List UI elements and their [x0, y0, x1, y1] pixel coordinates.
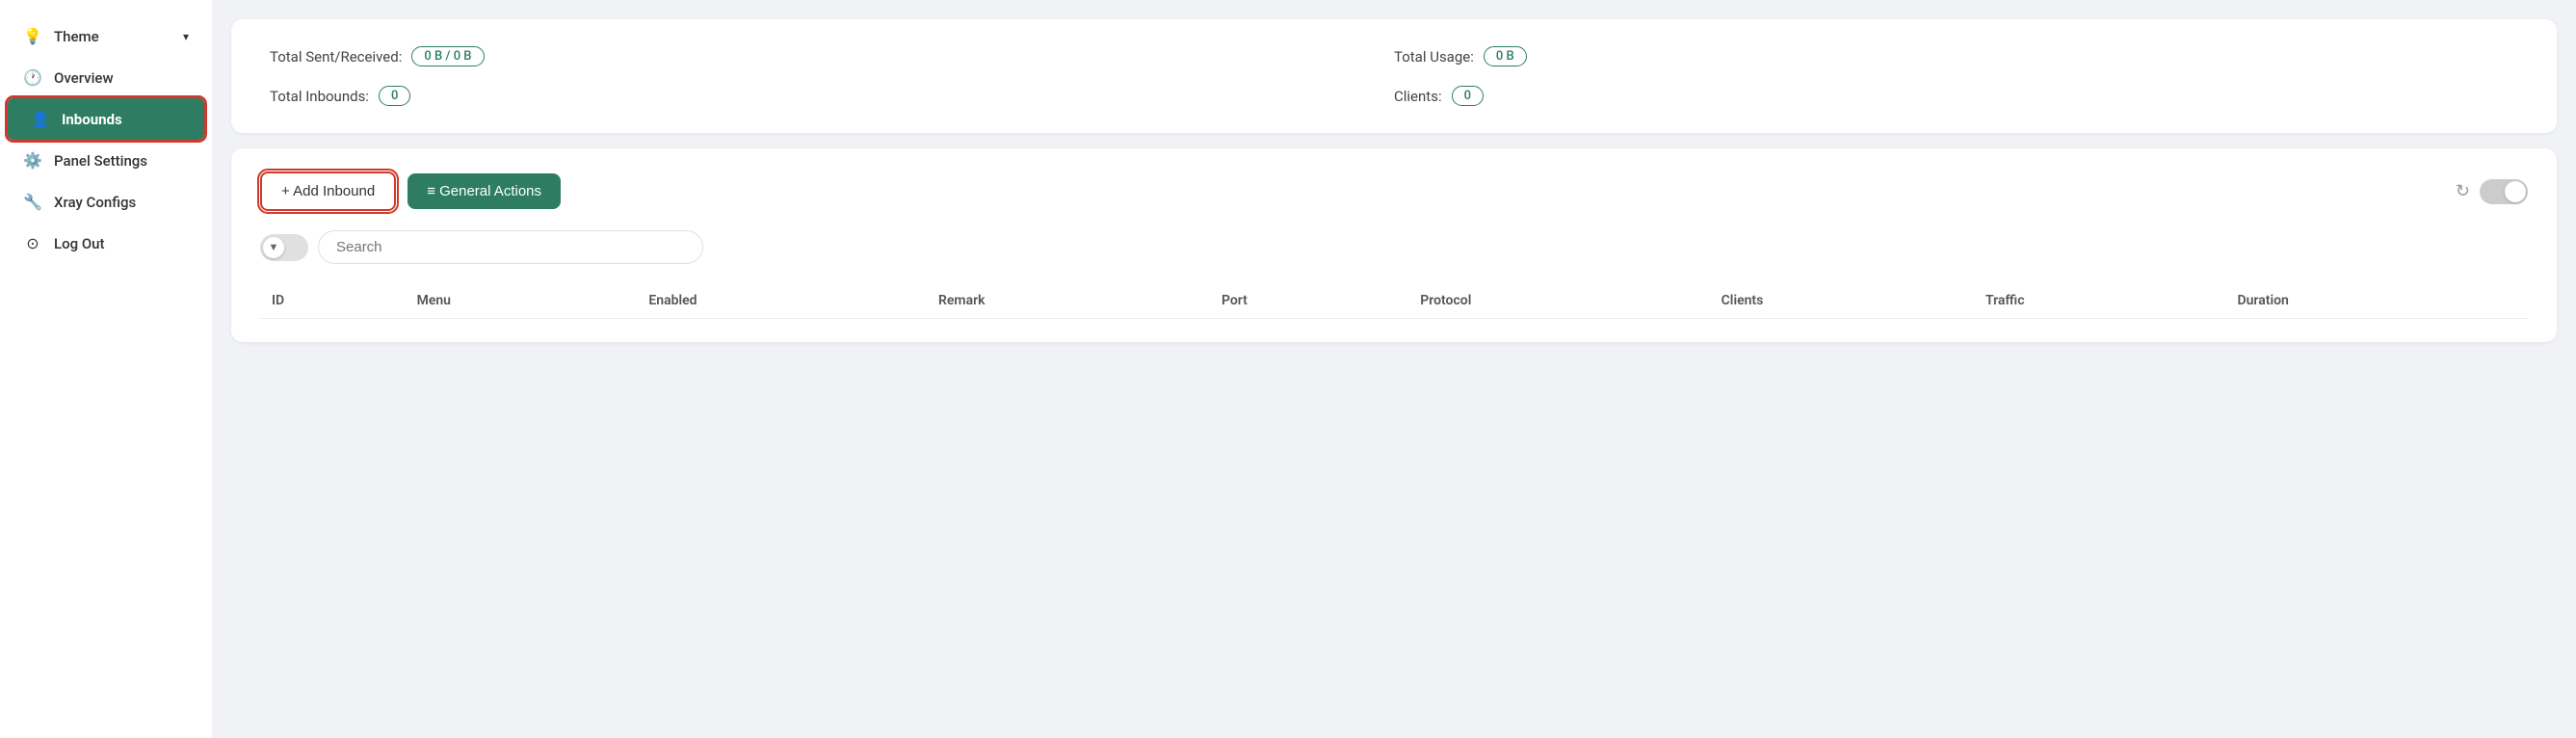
- sidebar-item-overview[interactable]: 🕐 Overview: [0, 57, 212, 98]
- sidebar-item-label: Theme: [54, 28, 99, 45]
- sidebar-item-theme[interactable]: 💡 Theme ▾: [0, 15, 212, 57]
- col-id: ID: [260, 283, 406, 319]
- col-port: Port: [1210, 283, 1408, 319]
- sidebar-item-inbounds[interactable]: 👤 Inbounds: [8, 98, 204, 140]
- main-content: Total Sent/Received: 0 B / 0 B Total Usa…: [212, 0, 2576, 738]
- toggle-row: ↻: [2456, 179, 2528, 204]
- panel-settings-icon: ⚙️: [23, 151, 42, 170]
- clients-row: Clients: 0: [1394, 86, 2518, 106]
- theme-icon: 💡: [23, 27, 42, 45]
- total-inbounds-badge: 0: [379, 86, 410, 106]
- col-protocol: Protocol: [1408, 283, 1709, 319]
- clients-label: Clients:: [1394, 88, 1442, 105]
- total-usage-label: Total Usage:: [1394, 48, 1474, 66]
- sidebar-item-label: Inbounds: [62, 111, 122, 128]
- total-sent-received-badge: 0 B / 0 B: [411, 46, 484, 66]
- inbounds-table: ID Menu Enabled Remark Port Protocol Cli…: [260, 283, 2528, 319]
- total-sent-received-row: Total Sent/Received: 0 B / 0 B: [270, 46, 1394, 66]
- actions-row: + Add Inbound ≡ General Actions ↻: [260, 171, 2528, 211]
- xray-configs-icon: 🔧: [23, 193, 42, 211]
- table-wrap: ID Menu Enabled Remark Port Protocol Cli…: [260, 283, 2528, 319]
- actions-card: + Add Inbound ≡ General Actions ↻ ▼: [231, 148, 2557, 342]
- col-enabled: Enabled: [637, 283, 927, 319]
- total-usage-badge: 0 B: [1484, 46, 1527, 66]
- sidebar-item-xray-configs[interactable]: 🔧 Xray Configs: [0, 181, 212, 223]
- main-toggle[interactable]: [2480, 179, 2528, 204]
- sidebar: 💡 Theme ▾ 🕐 Overview 👤 Inbounds ⚙️ Panel…: [0, 0, 212, 738]
- total-sent-received-label: Total Sent/Received:: [270, 48, 402, 66]
- total-usage-row: Total Usage: 0 B: [1394, 46, 2518, 66]
- table-head: ID Menu Enabled Remark Port Protocol Cli…: [260, 283, 2528, 319]
- sidebar-item-label: Overview: [54, 69, 114, 87]
- sidebar-item-panel-settings[interactable]: ⚙️ Panel Settings: [0, 140, 212, 181]
- clients-badge: 0: [1452, 86, 1484, 106]
- col-duration: Duration: [2225, 283, 2528, 319]
- filter-toggle-knob: ▼: [263, 237, 284, 258]
- col-traffic: Traffic: [1974, 283, 2226, 319]
- add-inbound-button[interactable]: + Add Inbound: [260, 171, 396, 211]
- col-remark: Remark: [927, 283, 1210, 319]
- col-menu: Menu: [406, 283, 638, 319]
- refresh-icon[interactable]: ↻: [2456, 181, 2470, 201]
- total-inbounds-label: Total Inbounds:: [270, 88, 369, 105]
- search-input-wrap: [318, 230, 703, 264]
- sidebar-item-label: Xray Configs: [54, 194, 136, 211]
- overview-icon: 🕐: [23, 68, 42, 87]
- general-actions-button[interactable]: ≡ General Actions: [407, 173, 561, 209]
- sidebar-item-log-out[interactable]: ⊙ Log Out: [0, 223, 212, 264]
- search-input[interactable]: [318, 230, 703, 264]
- chevron-down-icon: ▾: [183, 30, 189, 43]
- total-inbounds-row: Total Inbounds: 0: [270, 86, 1394, 106]
- inbounds-icon: 👤: [31, 110, 50, 128]
- table-header-row: ID Menu Enabled Remark Port Protocol Cli…: [260, 283, 2528, 319]
- log-out-icon: ⊙: [23, 234, 42, 252]
- sidebar-item-label: Panel Settings: [54, 152, 147, 170]
- stats-card: Total Sent/Received: 0 B / 0 B Total Usa…: [231, 19, 2557, 133]
- col-clients: Clients: [1710, 283, 1974, 319]
- filter-toggle-button[interactable]: ▼: [260, 234, 308, 261]
- sidebar-item-label: Log Out: [54, 235, 105, 252]
- search-row: ▼: [260, 230, 2528, 264]
- toggle-knob: [2505, 181, 2526, 202]
